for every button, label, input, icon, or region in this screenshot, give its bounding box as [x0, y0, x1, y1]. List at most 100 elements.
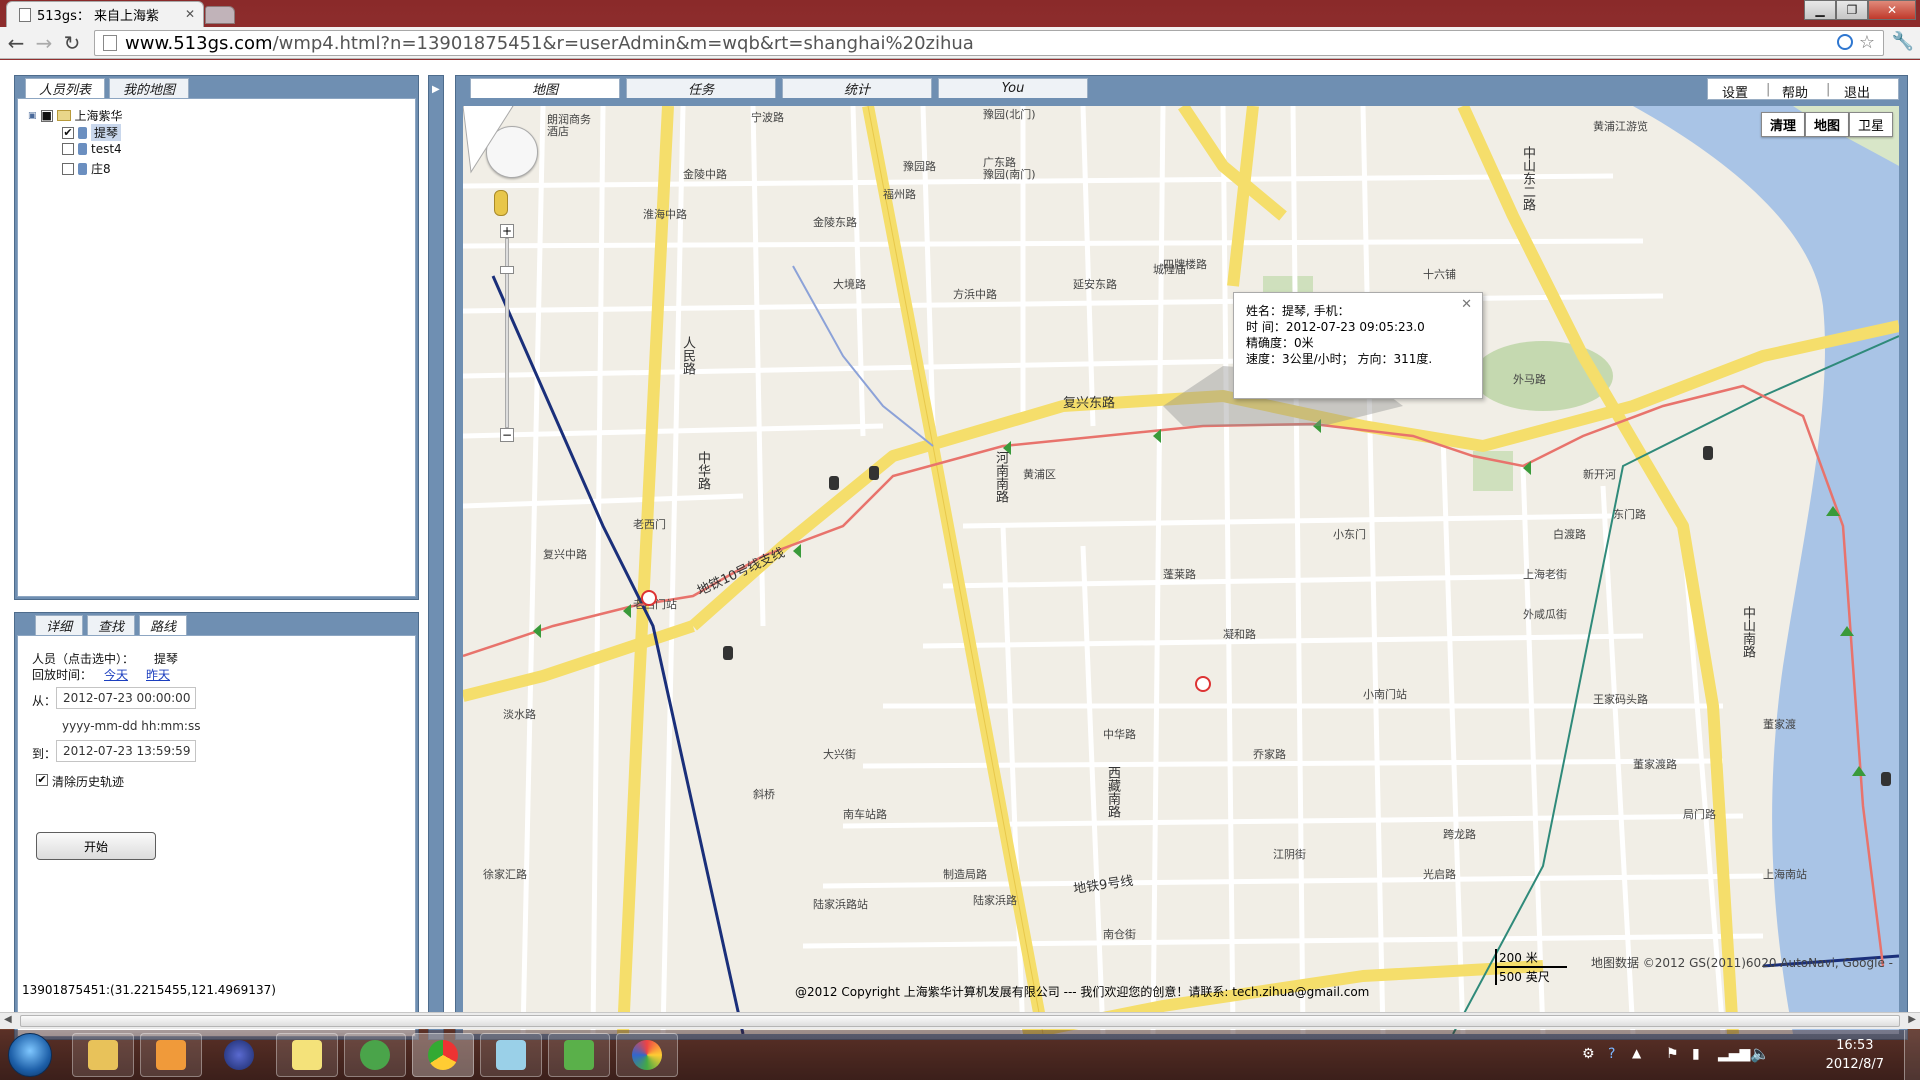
taskbar-clock[interactable]: 16:53 2012/8/7 [1826, 1036, 1884, 1074]
messenger-icon [360, 1040, 390, 1070]
tab-stats[interactable]: 统计 [782, 78, 932, 98]
tree-root[interactable]: ▣ ■ 上海紫华 [28, 107, 123, 124]
show-desktop-button[interactable] [1904, 1030, 1920, 1080]
map-type-satellite[interactable]: 卫星 [1848, 112, 1893, 137]
tab-close-icon[interactable]: ✕ [185, 7, 195, 21]
tree-item-test4[interactable]: test4 [62, 142, 122, 156]
map-label: 中华路 [695, 451, 710, 490]
help-link[interactable]: 帮助 [1782, 82, 1808, 101]
address-bar[interactable]: www.513gs.com/wmp4.html?n=13901875451&r=… [94, 30, 1884, 56]
taskbar-sticky-notes[interactable] [276, 1033, 338, 1077]
zoom-out-icon[interactable]: − [500, 428, 514, 442]
tree-item-zhuang8[interactable]: 庄8 [62, 160, 111, 177]
tab-detail[interactable]: 详细 [35, 615, 83, 635]
volume-icon[interactable]: 🔈 [1750, 1044, 1770, 1063]
street-view-pegman-icon[interactable] [494, 190, 508, 216]
person-marker-icon[interactable] [829, 476, 839, 490]
settings-link[interactable]: 设置 [1722, 82, 1748, 101]
taskbar-android-tool[interactable] [548, 1033, 610, 1077]
translate-icon[interactable] [1837, 34, 1853, 50]
root-checkbox[interactable]: ■ [40, 109, 53, 122]
close-icon[interactable]: ✕ [1461, 297, 1472, 313]
action-center-flag-icon[interactable]: ⚑ [1666, 1046, 1679, 1062]
tab-my-maps[interactable]: 我的地图 [109, 78, 189, 98]
collapse-arrow-icon[interactable]: ▶ [432, 84, 440, 95]
forward-arrow-icon[interactable]: → [32, 31, 56, 55]
tab-you[interactable]: You [938, 78, 1088, 98]
close-icon[interactable]: ✕ [1868, 0, 1916, 20]
taskbar-notepad[interactable] [480, 1033, 542, 1077]
metro-station-icon[interactable] [641, 590, 657, 606]
map-label: 上海老街 [1523, 568, 1567, 581]
tree-item-label: test4 [91, 142, 122, 156]
zoom-thumb[interactable] [500, 266, 514, 274]
item-checkbox[interactable]: ✔ [62, 126, 74, 139]
expand-icon[interactable]: ▣ [28, 111, 37, 121]
reload-icon[interactable]: ↻ [60, 31, 84, 55]
scroll-thumb[interactable] [20, 1015, 1900, 1027]
metro-station-icon[interactable] [1195, 676, 1211, 692]
folder-icon [88, 1040, 118, 1070]
maximize-icon[interactable]: ❐ [1836, 0, 1868, 20]
person-marker-icon[interactable] [869, 466, 879, 480]
person-marker-icon[interactable] [1881, 772, 1891, 786]
tree-item-label: 提琴 [91, 124, 122, 141]
power-icon[interactable]: ▮ [1692, 1046, 1700, 1062]
horizontal-scrollbar[interactable]: ◀ ▶ [0, 1012, 1920, 1029]
tree-item-tiqin[interactable]: ✔ 提琴 [62, 124, 122, 141]
taskbar-media-player[interactable] [140, 1033, 202, 1077]
scroll-left-icon[interactable]: ◀ [4, 1014, 12, 1025]
today-link[interactable]: 今天 [104, 666, 128, 683]
separator: | [1766, 82, 1771, 97]
item-checkbox[interactable] [62, 162, 74, 175]
minimize-icon[interactable]: ▁ [1804, 0, 1836, 20]
map-label: 新开河 [1583, 468, 1616, 481]
network-status-icon[interactable]: ⚙ [1582, 1046, 1595, 1062]
map-label: 小南门站 [1363, 688, 1407, 701]
tab-search[interactable]: 查找 [87, 615, 135, 635]
tab-route[interactable]: 路线 [139, 615, 187, 635]
logout-link[interactable]: 退出 [1844, 82, 1870, 101]
taskbar-messenger[interactable] [344, 1033, 406, 1077]
scroll-right-icon[interactable]: ▶ [1908, 1014, 1916, 1025]
taskbar-paint[interactable] [616, 1033, 678, 1077]
zoom-in-icon[interactable]: + [500, 224, 514, 238]
taskbar-chrome[interactable] [412, 1033, 474, 1077]
map-label: 乔家路 [1253, 748, 1286, 761]
from-input[interactable]: 2012-07-23 00:00:00 [56, 687, 196, 709]
map-label: 淡水路 [503, 708, 536, 721]
start-button-icon[interactable] [8, 1033, 52, 1077]
help-tray-icon[interactable]: ? [1608, 1046, 1615, 1062]
tab-map[interactable]: 地图 [470, 78, 620, 98]
bookmark-star-icon[interactable]: ☆ [1859, 32, 1875, 53]
new-tab-button[interactable] [205, 6, 235, 24]
clear-history-checkbox[interactable]: ✔ [36, 774, 48, 786]
to-label: 到： [32, 747, 57, 761]
wifi-signal-icon[interactable]: ▂▄▆ [1718, 1046, 1750, 1062]
map-canvas[interactable]: + − 清理 地图 卫星 朗润商务 酒店 金陵中路 宁波路 豫园(北门) 黄浦江… [463, 106, 1899, 1034]
window-controls: ▁ ❐ ✕ [1804, 0, 1916, 22]
map-label: 老西门 [633, 518, 666, 531]
page-content: 人员列表 我的地图 ▣ ■ 上海紫华 ✔ 提琴 test4 庄8 详细 查找 路… [0, 60, 1920, 1040]
item-checkbox[interactable] [62, 143, 74, 155]
map-type-clear[interactable]: 清理 [1760, 112, 1805, 137]
person-marker-icon[interactable] [723, 646, 733, 660]
page-favicon-icon [19, 7, 31, 22]
map-label: 跨龙路 [1443, 828, 1476, 841]
back-arrow-icon[interactable]: ← [4, 31, 28, 55]
browser-tab-active[interactable]: 513gs： 来自上海紫 ✕ [6, 1, 204, 27]
person-marker-icon[interactable] [1703, 446, 1713, 460]
panel-splitter[interactable]: ▶ [428, 75, 444, 1040]
map-scale: 200 米 500 英尺 [1495, 949, 1567, 985]
yesterday-link[interactable]: 昨天 [146, 666, 170, 683]
map-type-map[interactable]: 地图 [1804, 112, 1849, 137]
taskbar-eclipse[interactable] [208, 1033, 270, 1077]
taskbar-explorer[interactable] [72, 1033, 134, 1077]
to-input[interactable]: 2012-07-23 13:59:59 [56, 740, 196, 762]
zoom-slider[interactable]: + − [500, 224, 514, 442]
wrench-menu-icon[interactable]: 🔧 [1892, 31, 1914, 52]
start-button[interactable]: 开始 [36, 832, 156, 860]
show-hidden-icons[interactable]: ▲ [1632, 1046, 1641, 1060]
tab-tasks[interactable]: 任务 [626, 78, 776, 98]
tab-person-list[interactable]: 人员列表 [25, 78, 105, 98]
